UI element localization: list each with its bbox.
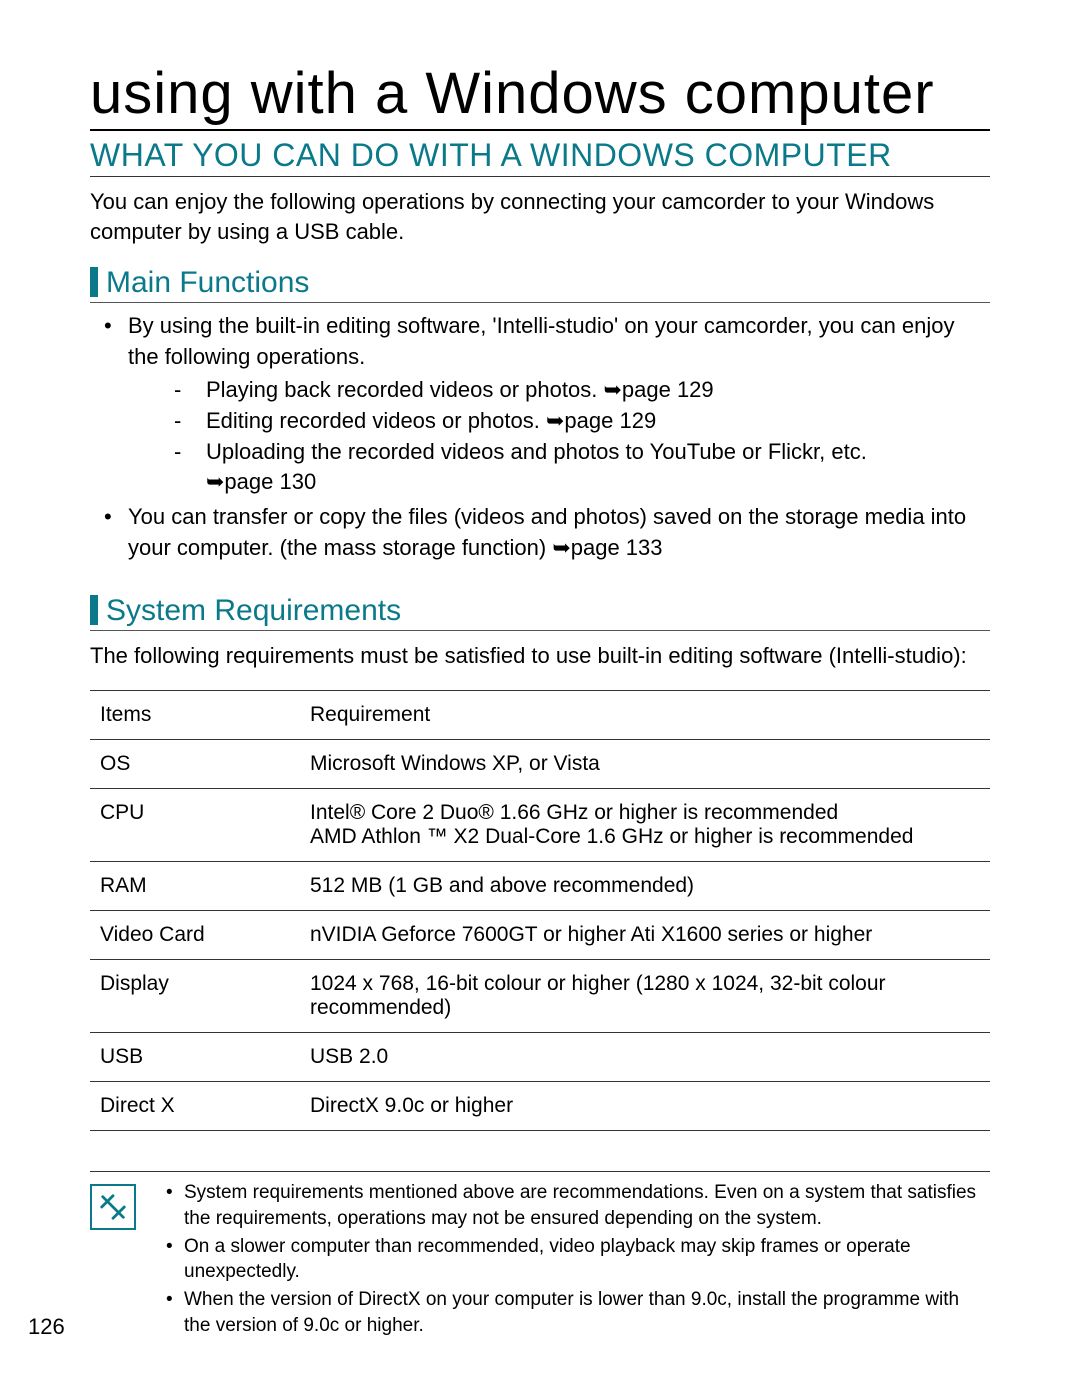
table-row: Direct XDirectX 9.0c or higher: [90, 1082, 990, 1131]
table-cell: DirectX 9.0c or higher: [300, 1082, 990, 1131]
page-ref: ➥page 130: [206, 469, 316, 494]
bullet-text: By using the built-in editing software, …: [128, 313, 955, 369]
table-cell: RAM: [90, 862, 300, 911]
table-cell: CPU: [90, 789, 300, 862]
table-header-items: Items: [90, 691, 300, 740]
requirements-intro: The following requirements must be satis…: [90, 641, 990, 671]
page-ref: ➥page 133: [552, 535, 662, 560]
dash-text: Editing recorded videos or photos.: [206, 408, 546, 433]
page-number: 126: [28, 1314, 65, 1340]
accent-bar: [90, 267, 98, 297]
table-cell: Microsoft Windows XP, or Vista: [300, 740, 990, 789]
dash-item: Editing recorded videos or photos. ➥page…: [174, 406, 990, 437]
subsection-heading-system-requirements: System Requirements: [106, 594, 401, 628]
accent-bar: [90, 595, 98, 625]
dash-item: Playing back recorded videos or photos. …: [174, 375, 990, 406]
note-icon: [90, 1184, 136, 1230]
table-row: Video CardnVIDIA Geforce 7600GT or highe…: [90, 911, 990, 960]
intro-text: You can enjoy the following operations b…: [90, 187, 990, 246]
table-cell: Intel® Core 2 Duo® 1.66 GHz or higher is…: [300, 789, 990, 862]
requirements-table: Items Requirement OSMicrosoft Windows XP…: [90, 690, 990, 1131]
dash-item: Uploading the recorded videos and photos…: [174, 437, 990, 499]
table-cell: Video Card: [90, 911, 300, 960]
table-row: CPUIntel® Core 2 Duo® 1.66 GHz or higher…: [90, 789, 990, 862]
table-row: RAM512 MB (1 GB and above recommended): [90, 862, 990, 911]
table-cell: USB 2.0: [300, 1033, 990, 1082]
table-row: OSMicrosoft Windows XP, or Vista: [90, 740, 990, 789]
bullet-item: By using the built-in editing software, …: [90, 311, 990, 498]
table-row: USBUSB 2.0: [90, 1033, 990, 1082]
bullet-text: You can transfer or copy the files (vide…: [128, 504, 966, 560]
table-cell: USB: [90, 1033, 300, 1082]
dash-text: Uploading the recorded videos and photos…: [206, 439, 867, 464]
bullet-item: You can transfer or copy the files (vide…: [90, 502, 990, 564]
table-cell: Display: [90, 960, 300, 1033]
page-ref: ➥page 129: [603, 377, 713, 402]
note-item: System requirements mentioned above are …: [162, 1180, 990, 1231]
page-ref: ➥page 129: [546, 408, 656, 433]
table-cell: OS: [90, 740, 300, 789]
table-row: Display1024 x 768, 16-bit colour or high…: [90, 960, 990, 1033]
subsection-heading-main-functions: Main Functions: [106, 266, 309, 300]
table-cell: 1024 x 768, 16-bit colour or higher (128…: [300, 960, 990, 1033]
table-cell: 512 MB (1 GB and above recommended): [300, 862, 990, 911]
page-title: using with a Windows computer: [90, 60, 990, 131]
note-item: When the version of DirectX on your comp…: [162, 1287, 990, 1338]
table-header-requirement: Requirement: [300, 691, 990, 740]
table-cell: nVIDIA Geforce 7600GT or higher Ati X160…: [300, 911, 990, 960]
note-item: On a slower computer than recommended, v…: [162, 1234, 990, 1285]
table-cell: Direct X: [90, 1082, 300, 1131]
dash-text: Playing back recorded videos or photos.: [206, 377, 603, 402]
section-heading: WHAT YOU CAN DO WITH A WINDOWS COMPUTER: [90, 137, 990, 177]
